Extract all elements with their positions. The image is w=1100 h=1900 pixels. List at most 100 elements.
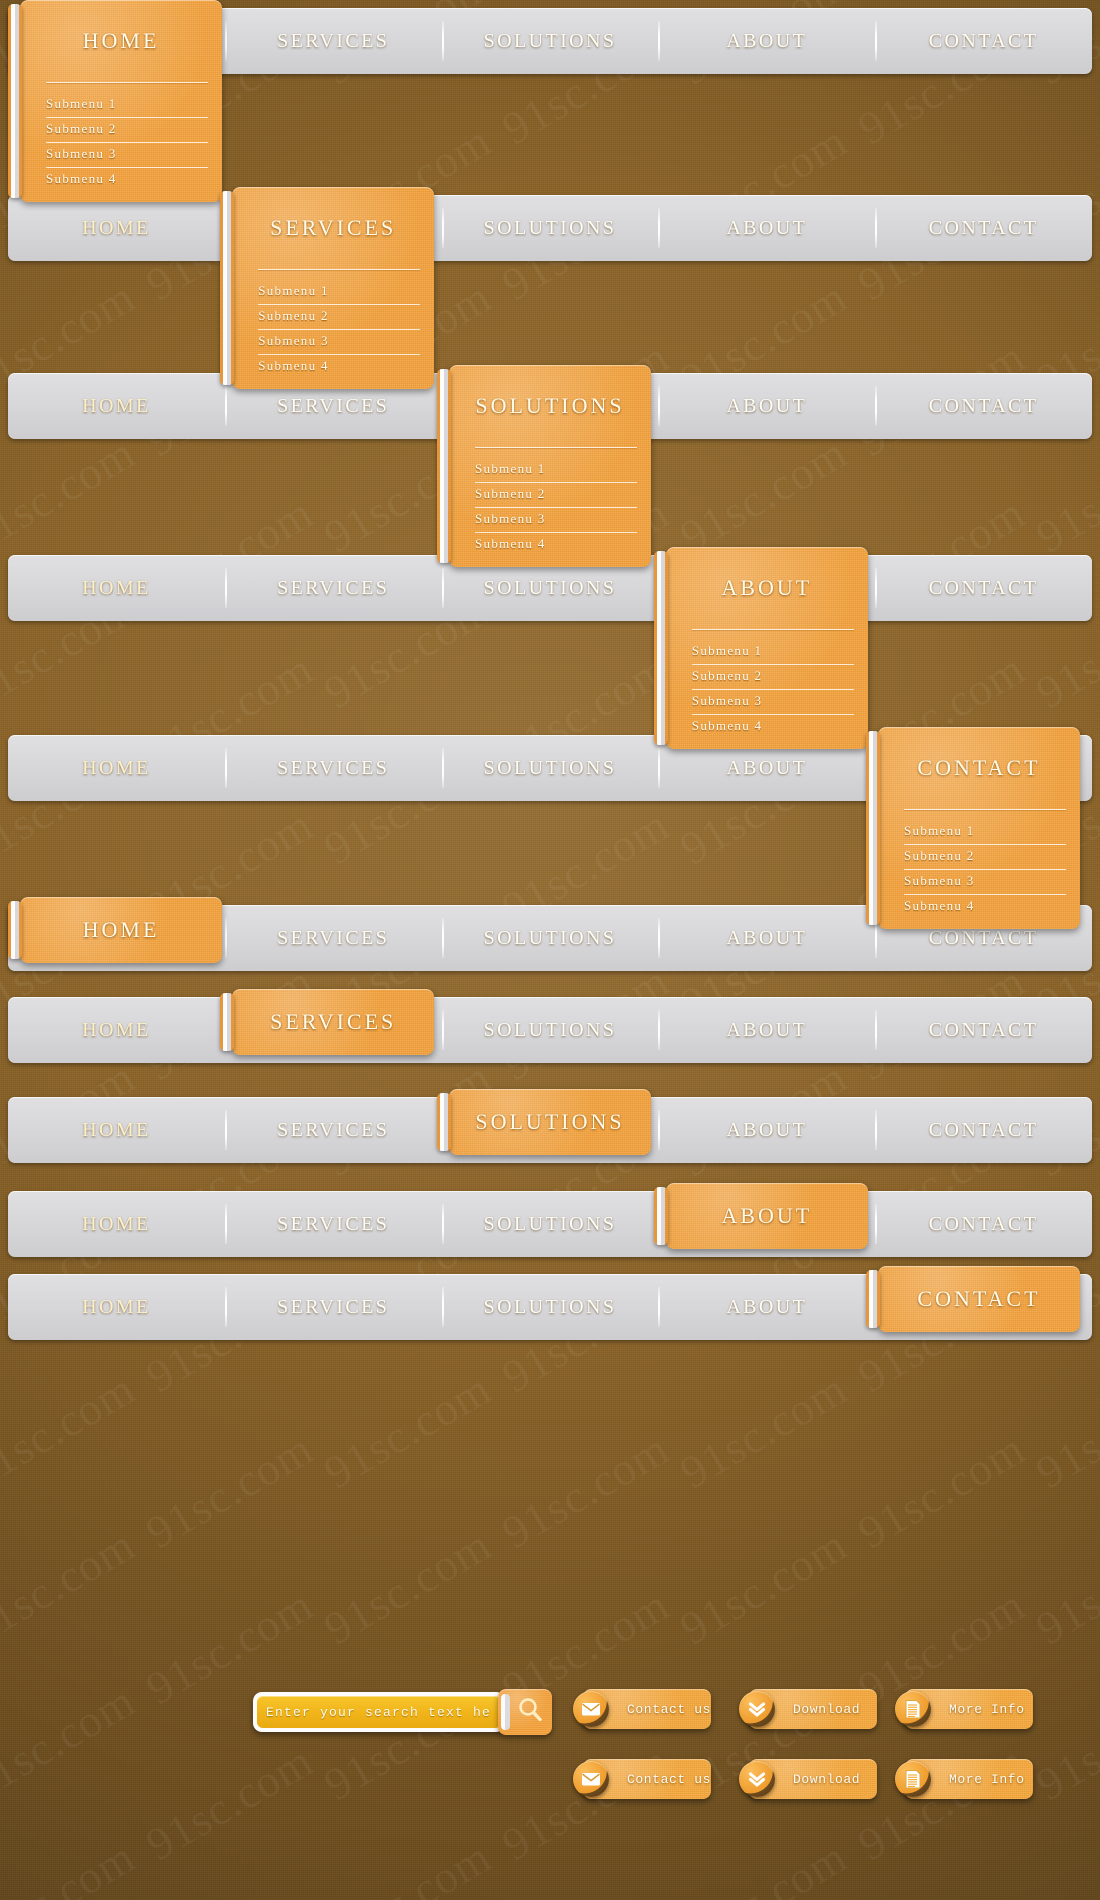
submenu-item[interactable]: Submenu 2: [904, 845, 1066, 870]
nav-item-solutions[interactable]: SOLUTIONS: [441, 195, 659, 261]
double-chevron-down-icon: [739, 1691, 775, 1727]
dropdown-panel: Submenu 1 Submenu 2 Submenu 3 Submenu 4: [878, 809, 1080, 929]
submenu-item[interactable]: Submenu 3: [258, 330, 421, 355]
active-tab-label: HOME: [82, 917, 160, 942]
active-tab-label: ABOUT: [721, 1203, 813, 1228]
search-button[interactable]: [498, 1689, 552, 1735]
nav-item-solutions[interactable]: SOLUTIONS: [441, 1274, 659, 1340]
nav-item-home[interactable]: HOME: [8, 997, 225, 1063]
submenu-item[interactable]: Submenu 2: [46, 118, 208, 143]
nav-item-about[interactable]: ABOUT: [658, 8, 875, 74]
nav-item-solutions[interactable]: SOLUTIONS: [441, 1191, 659, 1257]
submenu-item[interactable]: Submenu 1: [46, 93, 208, 118]
active-tab-label: CONTACT: [917, 1286, 1041, 1311]
submenu-item[interactable]: Submenu 3: [46, 143, 208, 168]
nav-item-services[interactable]: SERVICES: [224, 8, 442, 74]
action-button-more-info[interactable]: More Info: [895, 1759, 1033, 1799]
nav-item-contact[interactable]: CONTACT: [875, 373, 1092, 439]
submenu-item[interactable]: Submenu 1: [904, 820, 1066, 845]
nav-bar-row: HOME SERVICESSOLUTIONSABOUTCONTACT HOME Sub…: [8, 0, 1092, 202]
nav-item-contact[interactable]: CONTACT: [875, 195, 1092, 261]
nav-bar-row: HOMESERVICESSOLUTIONSABOUTCONTACTCONTACT…: [8, 727, 1092, 929]
action-button-label: Contact us: [627, 1771, 712, 1787]
nav-item-services[interactable]: SERVICES: [224, 905, 442, 971]
submenu-item[interactable]: Submenu 4: [904, 895, 1066, 919]
nav-item-about[interactable]: ABOUT: [658, 373, 875, 439]
active-tab-solutions[interactable]: SOLUTIONS: [437, 1089, 651, 1155]
active-tab-label: ABOUT: [721, 575, 813, 600]
active-tab-label: SOLUTIONS: [475, 1109, 625, 1134]
submenu-item[interactable]: Submenu 2: [258, 305, 421, 330]
nav-item-home[interactable]: HOME: [8, 555, 225, 621]
nav-item-solutions[interactable]: SOLUTIONS: [441, 8, 659, 74]
nav-item-about[interactable]: ABOUT: [658, 195, 875, 261]
dropdown-divider: [904, 809, 1066, 810]
nav-item-home[interactable]: HOME: [8, 1097, 225, 1163]
action-button-more-info[interactable]: More Info: [895, 1689, 1033, 1729]
active-tab-about[interactable]: ABOUT: [653, 1183, 868, 1249]
nav-item-about[interactable]: ABOUT: [658, 905, 875, 971]
submenu-item[interactable]: Submenu 3: [475, 508, 637, 533]
search-input[interactable]: [257, 1696, 501, 1728]
nav-item-contact[interactable]: CONTACT: [875, 997, 1092, 1063]
nav-item-about[interactable]: ABOUT: [658, 1274, 875, 1340]
nav-item-home[interactable]: HOME: [8, 373, 225, 439]
active-tab-about[interactable]: ABOUT Submenu 1 Submenu 2 Submenu 3 Submenu …: [653, 547, 868, 749]
active-tab-home[interactable]: HOME: [8, 897, 222, 963]
active-tab-solutions[interactable]: SOLUTIONS Submenu 1 Submenu 2 Submenu 3 Subm…: [437, 365, 651, 567]
action-button-label: Download: [793, 1771, 861, 1787]
action-button-contact-us[interactable]: Contact us: [573, 1759, 712, 1799]
submenu-item[interactable]: Submenu 3: [691, 690, 854, 715]
nav-item-contact[interactable]: CONTACT: [875, 8, 1092, 74]
nav-item-home[interactable]: HOME: [8, 735, 225, 801]
submenu-item[interactable]: Submenu 1: [258, 280, 421, 305]
nav-item-home[interactable]: HOME: [8, 1274, 225, 1340]
nav-item-solutions[interactable]: SOLUTIONS: [441, 997, 659, 1063]
envelope-icon: [573, 1691, 609, 1727]
nav-item-services[interactable]: SERVICES: [224, 1097, 442, 1163]
nav-item-home[interactable]: HOME: [8, 1191, 225, 1257]
submenu-item[interactable]: Submenu 4: [692, 715, 854, 739]
active-tab-contact[interactable]: CONTACT: [866, 1266, 1080, 1332]
nav-cell-group: HOMESERVICESSOLUTIONS ABOUT CONTACT: [8, 1191, 1092, 1257]
action-button-download[interactable]: Download: [739, 1689, 877, 1729]
submenu-item[interactable]: Submenu 1: [691, 640, 854, 665]
action-button-contact-us[interactable]: Contact us: [573, 1689, 712, 1729]
nav-item-about[interactable]: ABOUT: [658, 1097, 875, 1163]
active-tab-label: SERVICES: [270, 1009, 397, 1034]
submenu-item[interactable]: Submenu 4: [258, 355, 420, 379]
action-button-label: Download: [793, 1701, 861, 1717]
nav-item-contact[interactable]: CONTACT: [875, 555, 1092, 621]
nav-item-contact[interactable]: CONTACT: [875, 1097, 1092, 1163]
nav-item-services[interactable]: SERVICES: [224, 1274, 442, 1340]
nav-item-services[interactable]: SERVICES: [224, 735, 442, 801]
document-icon: [895, 1761, 931, 1797]
dropdown-divider: [475, 447, 637, 448]
nav-item-about[interactable]: ABOUT: [658, 997, 875, 1063]
nav-item-home[interactable]: HOME: [8, 195, 225, 261]
submenu-item[interactable]: Submenu 4: [475, 533, 637, 557]
nav-item-services[interactable]: SERVICES: [224, 1191, 442, 1257]
nav-bar-row: HOMESERVICESSOLUTIONSABOUTCONTACTCONTACT: [8, 1266, 1092, 1340]
action-button-label: More Info: [949, 1701, 1025, 1717]
active-tab-contact[interactable]: CONTACT Submenu 1 Submenu 2 Submenu 3 Submen…: [866, 727, 1080, 929]
active-tab-label: SOLUTIONS: [475, 393, 625, 418]
active-tab-home[interactable]: HOME Submenu 1 Submenu 2 Submenu 3 Submenu 4: [8, 0, 222, 202]
nav-item-solutions[interactable]: SOLUTIONS: [441, 735, 659, 801]
nav-item-services[interactable]: SERVICES: [224, 555, 442, 621]
submenu-item[interactable]: Submenu 3: [904, 870, 1066, 895]
submenu-item[interactable]: Submenu 2: [691, 665, 854, 690]
submenu-item[interactable]: Submenu 2: [475, 483, 637, 508]
dropdown-panel: Submenu 1 Submenu 2 Submenu 3 Submenu 4: [666, 629, 868, 749]
magnifier-icon: [516, 1696, 544, 1729]
active-tab-label: CONTACT: [917, 755, 1041, 780]
dropdown-panel: Submenu 1 Submenu 2 Submenu 3 Submenu 4: [20, 82, 222, 202]
submenu-item[interactable]: Submenu 1: [475, 458, 637, 483]
action-button-download[interactable]: Download: [739, 1759, 877, 1799]
action-button-label: Contact us: [627, 1701, 712, 1717]
submenu-item[interactable]: Submenu 4: [46, 168, 208, 192]
nav-item-solutions[interactable]: SOLUTIONS: [441, 905, 659, 971]
active-tab-services[interactable]: SERVICES: [220, 989, 435, 1055]
active-tab-services[interactable]: SERVICES Submenu 1 Submenu 2 Submenu 3 Subme…: [220, 187, 435, 389]
nav-item-contact[interactable]: CONTACT: [875, 1191, 1092, 1257]
